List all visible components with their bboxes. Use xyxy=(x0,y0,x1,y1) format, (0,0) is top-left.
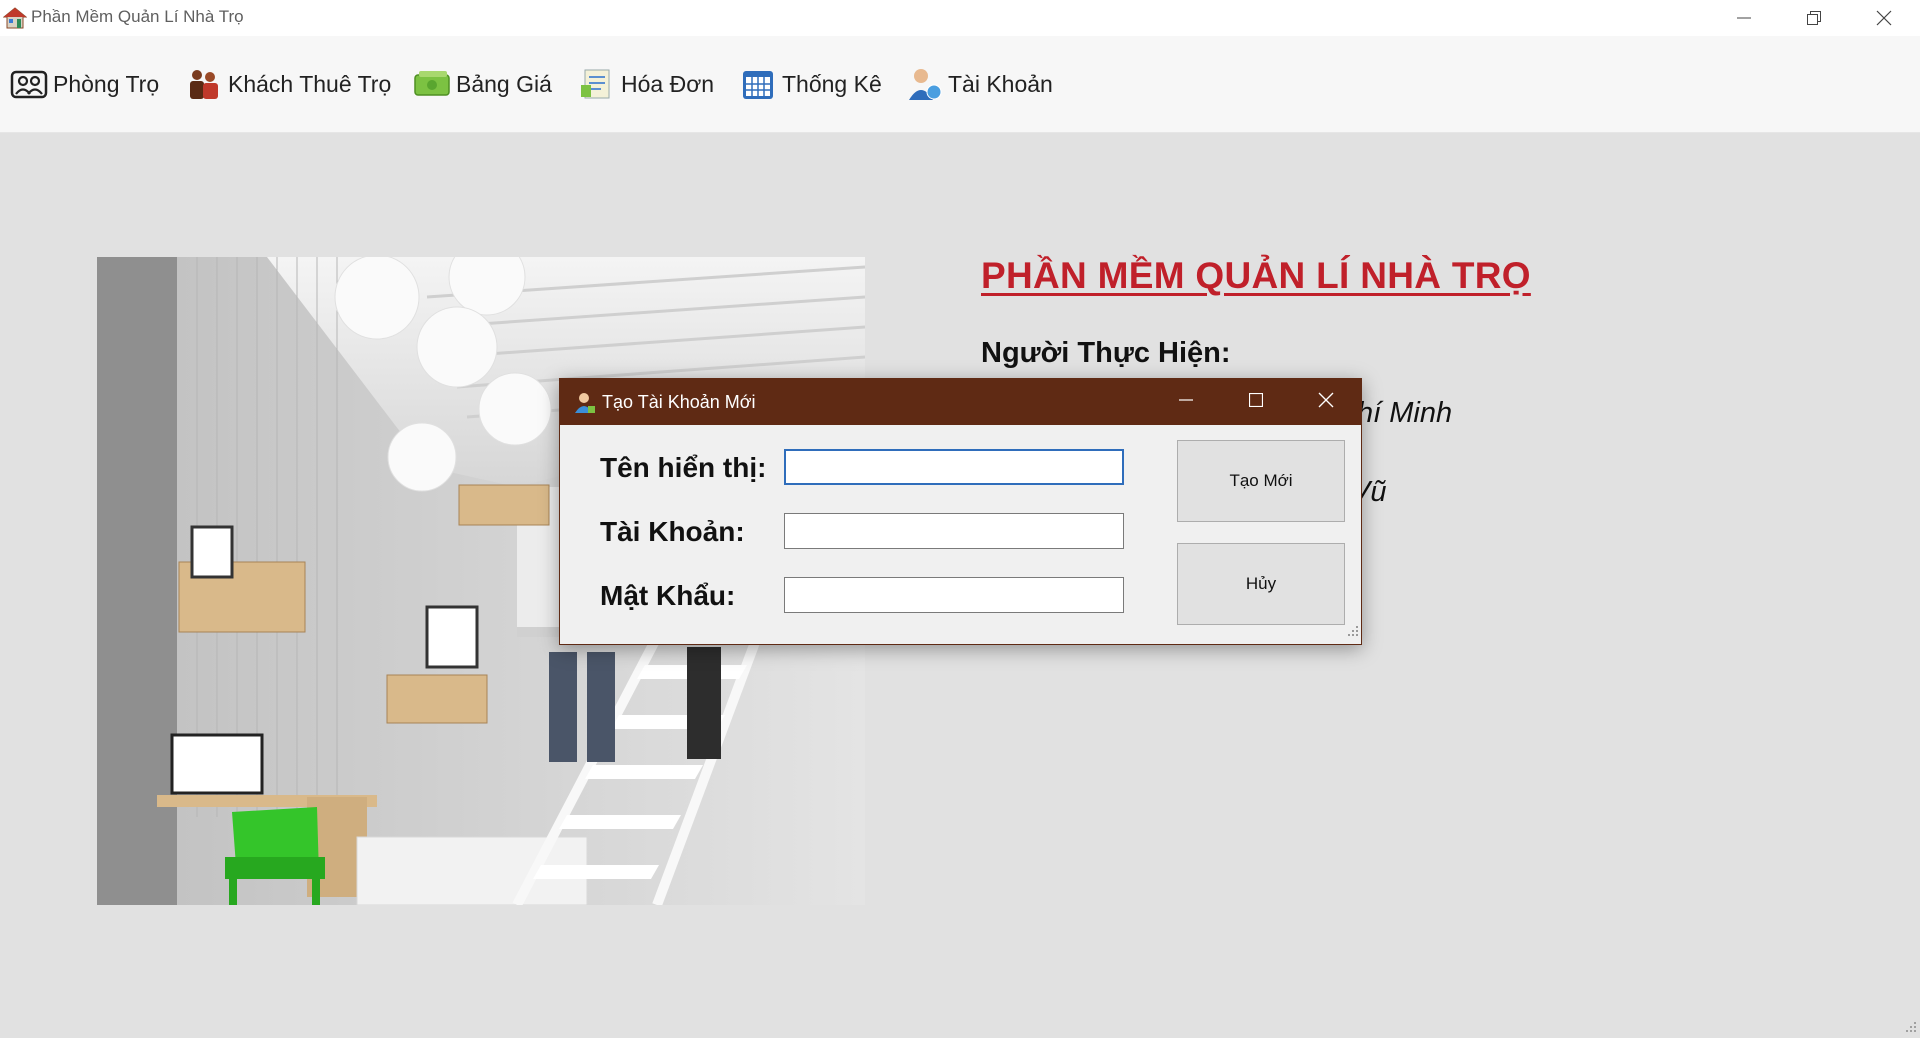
close-icon xyxy=(1876,10,1892,26)
create-button[interactable]: Tạo Mới xyxy=(1177,440,1345,522)
menu-item-bang-gia[interactable]: Bảng Giá xyxy=(413,64,552,104)
close-button[interactable] xyxy=(1849,0,1919,36)
money-icon xyxy=(413,66,451,102)
maximize-icon xyxy=(1248,392,1264,412)
menu-label: Phòng Trọ xyxy=(53,70,160,97)
menu-item-khach-thue-tro[interactable]: Khách Thuê Trọ xyxy=(185,64,391,104)
room-icon xyxy=(10,66,48,102)
menu-label: Khách Thuê Trọ xyxy=(228,70,392,97)
house-icon xyxy=(2,6,28,30)
minimize-button[interactable] xyxy=(1709,0,1779,36)
dialog-close-button[interactable] xyxy=(1291,379,1361,425)
password-label: Mật Khẩu: xyxy=(600,580,736,611)
menu-bar: Phòng Trọ Khách Thuê Trọ Bảng Giá Hóa Đơ… xyxy=(0,36,1920,133)
calendar-icon xyxy=(739,66,777,102)
dialog-minimize-button[interactable] xyxy=(1151,379,1221,425)
menu-label: Hóa Đơn xyxy=(621,70,715,97)
dialog-titlebar[interactable]: Tạo Tài Khoản Mới xyxy=(560,379,1361,425)
window-title: Phần Mềm Quản Lí Nhà Trọ xyxy=(31,7,244,26)
author-name-partial: hí Minh xyxy=(1357,397,1453,429)
menu-item-phong-tro[interactable]: Phòng Trọ xyxy=(10,64,159,104)
restore-button[interactable] xyxy=(1779,0,1849,36)
window-titlebar: Phần Mềm Quản Lí Nhà Trọ xyxy=(0,0,1920,36)
password-input[interactable] xyxy=(784,577,1124,613)
minimize-icon xyxy=(1179,393,1193,412)
menu-item-thong-ke[interactable]: Thống Kê xyxy=(739,64,882,104)
username-input[interactable] xyxy=(784,513,1124,549)
window-resize-grip-icon[interactable] xyxy=(1905,1020,1917,1038)
menu-label: Tài Khoản xyxy=(948,70,1053,97)
account-icon xyxy=(905,66,943,102)
resize-grip-icon[interactable] xyxy=(1347,624,1359,642)
invoice-icon xyxy=(578,66,616,102)
menu-label: Thống Kê xyxy=(782,70,882,97)
minimize-icon xyxy=(1737,11,1751,25)
username-label: Tài Khoản: xyxy=(600,516,745,547)
display-name-input[interactable] xyxy=(784,449,1124,485)
close-icon xyxy=(1318,392,1334,413)
create-account-dialog: Tạo Tài Khoản Mới Tên hiển thị: Tài Khoả… xyxy=(559,378,1362,645)
author-label: Người Thực Hiện: xyxy=(981,337,1231,369)
dialog-title: Tạo Tài Khoản Mới xyxy=(602,392,756,412)
tenants-icon xyxy=(185,66,223,102)
restore-icon xyxy=(1807,11,1821,25)
user-icon xyxy=(574,392,596,414)
dialog-maximize-button[interactable] xyxy=(1221,379,1291,425)
cancel-button[interactable]: Hủy xyxy=(1177,543,1345,625)
menu-label: Bảng Giá xyxy=(456,70,552,97)
menu-item-hoa-don[interactable]: Hóa Đơn xyxy=(578,64,714,104)
menu-item-tai-khoan[interactable]: Tài Khoản xyxy=(905,64,1053,104)
display-name-label: Tên hiển thị: xyxy=(600,452,767,483)
app-heading: PHẦN MỀM QUẢN LÍ NHÀ TRỌ xyxy=(981,255,1531,296)
